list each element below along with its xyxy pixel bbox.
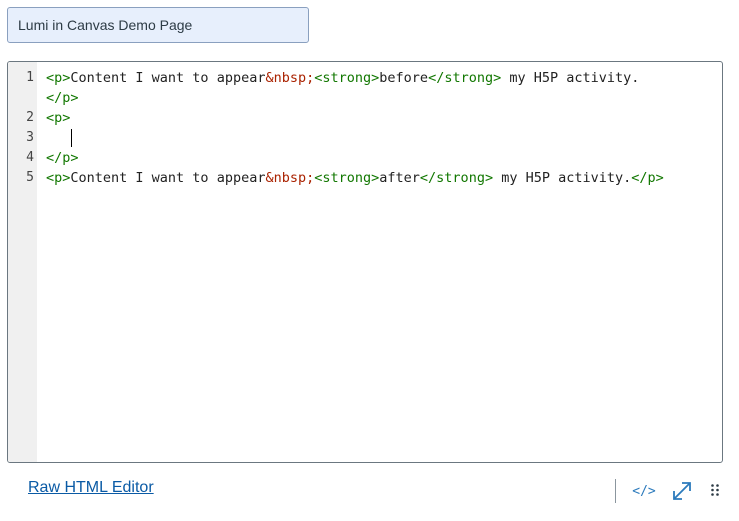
toolbar-divider [615,479,616,503]
code-line-2[interactable]: <p> [46,108,70,128]
tag-token: </strong> [428,70,502,86]
text-token: my H5P activity. [493,170,632,186]
entity-token: &nbsp; [265,170,315,186]
text-token: before [379,70,429,86]
text-token: my H5P activity. [501,70,640,86]
line-number: 2 [26,110,34,125]
tag-token: </strong> [419,170,494,186]
html-code-editor[interactable]: 1 2 3 4 5 <p>Content I want to appear&nb… [7,61,723,463]
code-line-1[interactable]: <p>Content I want to appear&nbsp;<strong… [46,68,639,88]
tag-token: </p> [631,170,664,186]
code-line-4[interactable]: </p> [46,148,79,168]
resize-grip-icon[interactable] [708,479,722,503]
line-number-gutter: 1 2 3 4 5 [8,62,37,462]
page-title-input[interactable] [7,7,309,43]
text-token: Content I want to appear [70,170,266,186]
tag-token: <p> [46,70,71,86]
line-number: 1 [26,70,34,85]
tag-token: </p> [46,90,79,106]
code-line-1-wrap[interactable]: </p> [46,88,79,108]
tag-token: <p> [46,110,71,126]
raw-html-editor-link[interactable]: Raw HTML Editor [28,479,154,497]
text-token: Content I want to appear [70,70,266,86]
fullscreen-expand-icon[interactable] [669,479,695,503]
tag-token: <strong> [314,70,380,86]
line-number: 4 [26,150,34,165]
line-number: 3 [26,130,34,145]
line-number: 5 [26,170,34,185]
code-line-5[interactable]: <p>Content I want to appear&nbsp;<strong… [46,168,664,188]
tag-token: <p> [46,170,71,186]
tag-token: </p> [46,150,79,166]
text-cursor [71,129,72,147]
entity-token: &nbsp; [265,70,315,86]
code-view-icon[interactable]: </> [629,479,659,503]
text-token: after [379,170,420,186]
tag-token: <strong> [314,170,380,186]
